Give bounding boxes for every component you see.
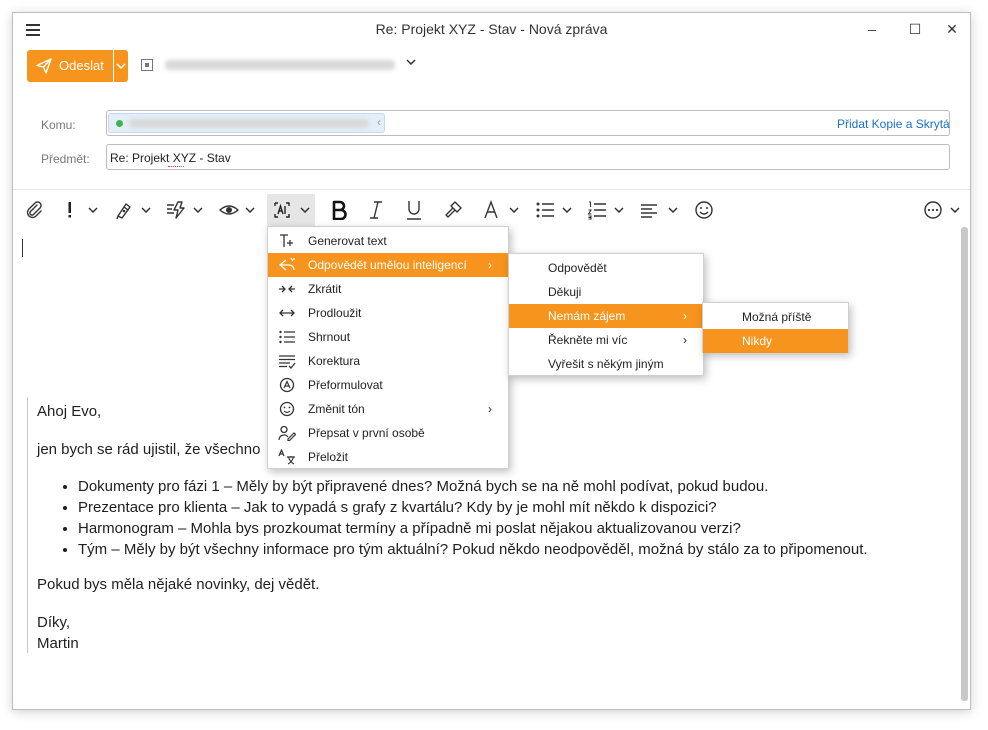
list-item[interactable]: Dokumenty pro fázi 1 – Měly by být připr… (78, 476, 868, 497)
chevron-down-icon[interactable] (614, 207, 624, 213)
menu-item-summarize[interactable]: Shrnout (268, 325, 508, 349)
signature-text[interactable]: Martin (37, 635, 79, 652)
chip-chevron-icon[interactable]: ‹ (377, 115, 381, 129)
chevron-down-icon[interactable] (509, 207, 519, 213)
window-title: Re: Projekt XYZ - Stav - Nová zpráva (375, 21, 608, 37)
ai-assistant-icon[interactable] (272, 200, 292, 222)
subject-label: Předmět: (41, 152, 90, 166)
list-item[interactable]: Prezentace pro klienta – Jak to vypadá s… (78, 497, 868, 518)
generate-text-icon (280, 234, 293, 247)
closing-text[interactable]: Pokud bys měla nějaké novinky, dej vědět… (37, 576, 319, 593)
rephrase-icon (279, 377, 295, 393)
chevron-down-icon[interactable] (668, 207, 678, 213)
ai-reply-icon (278, 257, 295, 271)
to-label: Komu: (41, 118, 76, 132)
intro-text[interactable]: jen bych se rád ujistil, že všechno (37, 441, 260, 458)
title-bar: Re: Projekt XYZ - Stav - Nová zpráva – ☐… (13, 13, 970, 45)
ai-reply-submenu: Odpovědět Děkuji Nemám zájem › Řekněte m… (508, 253, 704, 376)
chevron-down-icon[interactable] (300, 207, 310, 213)
subject-field[interactable] (106, 144, 950, 170)
importance-icon[interactable] (65, 200, 75, 222)
chevron-down-icon (116, 63, 126, 69)
underline-icon[interactable] (406, 200, 422, 222)
menu-item-shorten[interactable]: Zkrátit (268, 277, 508, 301)
menu-item-proofread[interactable]: Korektura (268, 349, 508, 373)
more-options-icon[interactable] (923, 200, 943, 222)
first-person-icon (278, 425, 296, 441)
from-address-redacted[interactable] (165, 60, 395, 70)
signoff-text[interactable]: Díky, (37, 614, 70, 631)
list-item[interactable]: Tým – Měly by být všechny informace pro … (78, 539, 868, 560)
not-interested-submenu: Možná příště Nikdy (702, 302, 849, 353)
list-item[interactable]: Harmonogram – Mohla bys prozkoumat termí… (78, 518, 868, 539)
shorten-icon (279, 285, 295, 293)
chevron-down-icon[interactable] (193, 207, 203, 213)
chevron-down-icon[interactable] (88, 207, 98, 213)
numbered-list-icon[interactable] (587, 200, 607, 222)
text-cursor (22, 239, 23, 257)
message-bullet-list[interactable]: Dokumenty pro fázi 1 – Měly by být připr… (58, 476, 868, 560)
menu-item-resolve-with-someone-else[interactable]: Vyřešit s někým jiným (509, 352, 703, 376)
menu-item-ai-reply[interactable]: Odpovědět umělou inteligencí › (268, 253, 508, 277)
toolbar-separator (13, 189, 970, 190)
chevron-down-icon[interactable] (406, 59, 416, 65)
compose-window: Re: Projekt XYZ - Stav - Nová zpráva – ☐… (12, 12, 971, 710)
menu-item-reply[interactable]: Odpovědět (509, 256, 703, 280)
tone-icon (279, 401, 295, 417)
editor-scrollbar[interactable] (961, 227, 968, 701)
menu-item-first-person[interactable]: Přepsat v první osobě (268, 421, 508, 445)
subject-value[interactable]: Re: Projekt XYZ - Stav (110, 151, 231, 165)
bulleted-list-icon[interactable] (535, 200, 555, 222)
menu-item-rephrase[interactable]: Přeformulovat (268, 373, 508, 397)
from-account-icon (141, 59, 153, 71)
proofread-icon (279, 355, 296, 369)
submenu-arrow-icon: › (683, 333, 687, 347)
send-icon (36, 58, 52, 74)
menu-item-thanks[interactable]: Děkuji (509, 280, 703, 304)
submenu-arrow-icon: › (488, 258, 492, 272)
preview-eye-icon[interactable] (219, 200, 239, 222)
emoji-icon[interactable] (694, 200, 714, 222)
ai-menu: Generovat text Odpovědět umělou intelige… (267, 226, 509, 469)
spellcheck-underline (168, 164, 184, 167)
menu-item-translate[interactable]: Přeložit (268, 445, 508, 469)
submenu-arrow-icon: › (683, 309, 687, 323)
menu-item-never[interactable]: Nikdy (703, 329, 848, 353)
menu-item-change-tone[interactable]: Změnit tón › (268, 397, 508, 421)
menu-item-maybe-next-time[interactable]: Možná příště (703, 305, 848, 329)
greeting-text[interactable]: Ahoj Evo, (37, 403, 101, 420)
quick-text-icon[interactable] (165, 200, 187, 222)
signature-icon[interactable] (114, 200, 134, 222)
menu-item-generate-text[interactable]: Generovat text (268, 229, 508, 253)
close-button[interactable]: ✕ (937, 17, 967, 41)
send-options-dropdown[interactable] (114, 50, 128, 82)
send-button[interactable]: Odeslat (27, 50, 113, 82)
chevron-down-icon[interactable] (245, 207, 255, 213)
paperclip-icon[interactable] (25, 200, 43, 222)
font-color-icon[interactable] (483, 200, 499, 222)
format-painter-icon[interactable] (443, 200, 463, 222)
chevron-down-icon[interactable] (562, 207, 572, 213)
menu-item-lengthen[interactable]: Prodloužit (268, 301, 508, 325)
add-cc-bcc-link[interactable]: Přidat Kopie a Skrytá (837, 117, 950, 131)
chevron-down-icon[interactable] (141, 207, 151, 213)
menu-item-not-interested[interactable]: Nemám zájem › (509, 304, 703, 328)
chevron-down-icon[interactable] (950, 207, 960, 213)
send-label: Odeslat (59, 58, 104, 73)
recipient-chip[interactable]: ‹ (108, 113, 385, 133)
maximize-button[interactable]: ☐ (900, 17, 930, 41)
presence-icon (116, 120, 123, 127)
align-icon[interactable] (640, 200, 658, 222)
summarize-icon (279, 330, 295, 344)
submenu-arrow-icon: › (488, 402, 492, 416)
translate-icon (278, 449, 295, 465)
minimize-button[interactable]: – (857, 17, 887, 41)
italic-icon[interactable] (369, 200, 383, 222)
lengthen-icon (279, 309, 295, 317)
recipient-redacted (129, 119, 369, 128)
menu-item-tell-me-more[interactable]: Řekněte mi víc › (509, 328, 703, 352)
bold-icon[interactable] (330, 200, 348, 222)
quote-bar (27, 397, 28, 653)
